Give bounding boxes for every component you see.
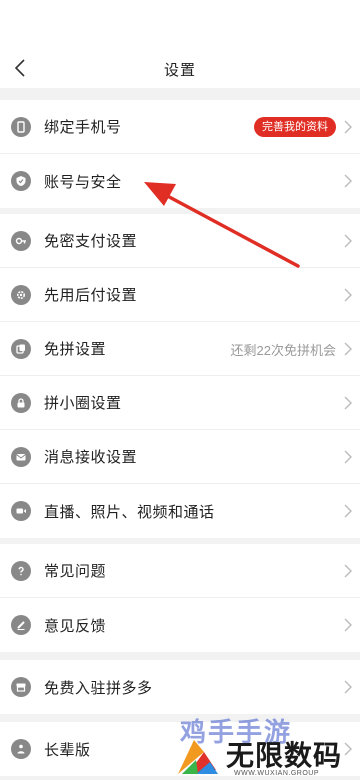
row-label: 账号与安全 [44,173,122,191]
free-group-remaining-text: 还剩22次免拼机会 [230,343,336,358]
watermark: 鸡手手游 无限数码 WWW.WUXIAN.GROUP [170,712,360,780]
row-label: 免费入驻拼多多 [44,679,153,697]
chevron-right-icon [344,234,352,248]
watermark-sub-text: WWW.WUXIAN.GROUP [234,770,319,777]
chevron-right-icon [344,680,352,694]
settings-row-circle[interactable]: 拼小圈设置 [0,376,360,430]
chevron-right-icon [344,288,352,302]
gear-icon [11,285,31,305]
chevron-right-icon [344,174,352,188]
complete-profile-badge[interactable]: 完善我的资料 [254,117,336,137]
watermark-logo [178,740,218,774]
settings-row-feedback[interactable]: 意见反馈 [0,598,360,652]
question-icon [11,561,31,581]
watermark-main-text: 无限数码 [226,740,343,771]
help-group: 常见问题 意见反馈 [0,544,360,652]
row-label: 常见问题 [44,563,107,580]
merchant-group: 免费入驻拼多多 [0,660,360,714]
row-label: 免密支付设置 [44,233,138,250]
chevron-right-icon [344,450,352,464]
settings-row-merchant-join[interactable]: 免费入驻拼多多 [0,660,360,714]
row-label: 拼小圈设置 [44,395,122,412]
row-label: 绑定手机号 [44,119,122,136]
row-label: 长辈版 [44,741,91,759]
phone-icon [11,117,31,137]
chevron-right-icon [344,564,352,578]
copy-icon [11,339,31,359]
header-bar: 设置 [0,0,360,88]
settings-row-bind-phone[interactable]: 绑定手机号 完善我的资料 [0,100,360,154]
page-title: 设置 [163,62,196,79]
chevron-right-icon [344,120,352,134]
key-icon [11,231,31,251]
store-icon [11,677,31,697]
settings-row-faq[interactable]: 常见问题 [0,544,360,598]
annotation-arrow [144,182,300,268]
pencil-icon [11,615,31,635]
settings-row-media-calls[interactable]: 直播、照片、视频和通话 [0,484,360,538]
chevron-right-icon [344,618,352,632]
row-label: 直播、照片、视频和通话 [44,503,215,521]
video-icon [11,501,31,521]
lock-icon [11,393,31,413]
row-label: 免拼设置 [44,341,107,358]
row-label: 意见反馈 [44,617,107,635]
chevron-right-icon [344,396,352,410]
settings-row-notifications[interactable]: 消息接收设置 [0,430,360,484]
shield-icon [11,171,31,191]
chevron-right-icon [344,342,352,356]
mail-icon [11,447,31,467]
row-label: 消息接收设置 [44,449,138,466]
row-label: 先用后付设置 [44,287,138,304]
chevron-right-icon [344,504,352,518]
elder-icon [11,739,31,759]
settings-row-group-free[interactable]: 免拼设置 还剩22次免拼机会 [0,322,360,376]
